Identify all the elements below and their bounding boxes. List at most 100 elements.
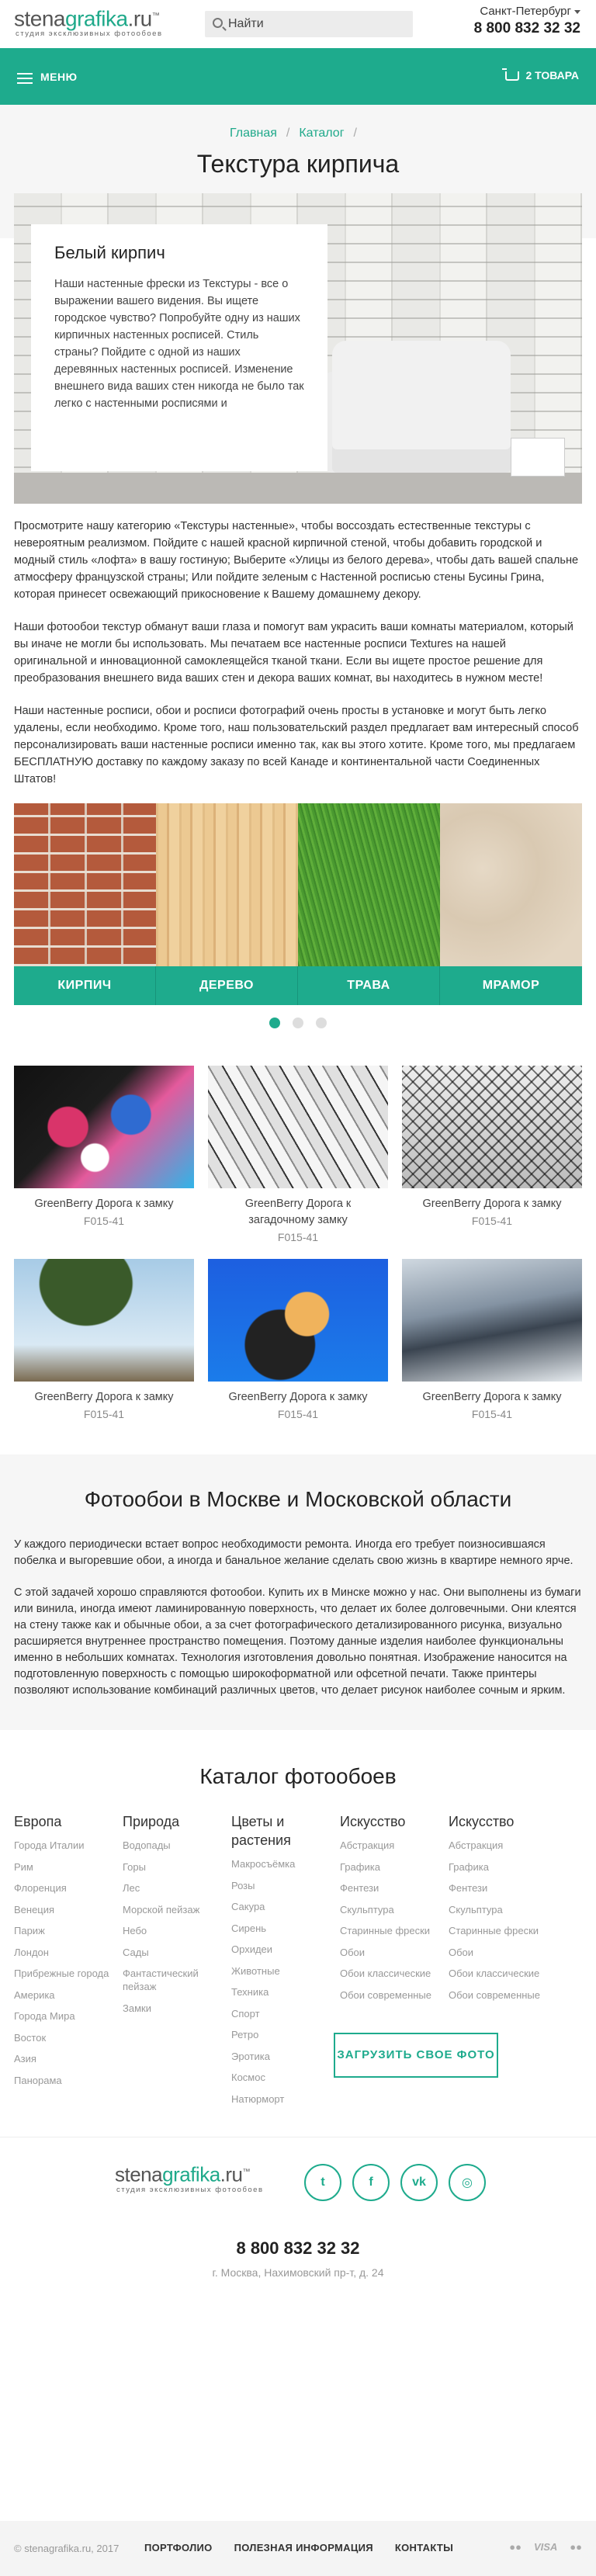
carousel-dot[interactable]	[293, 1018, 303, 1028]
catalog-link[interactable]: Спорт	[231, 2007, 332, 2020]
catalog-link[interactable]: Розы	[231, 1879, 332, 1892]
hamburger-icon[interactable]	[17, 73, 33, 84]
product-card[interactable]: GreenBerry Дорога к замку F015-41	[402, 1066, 582, 1243]
catalog-link[interactable]: Америка	[14, 1988, 115, 2002]
catalog-heading[interactable]: Европа	[14, 1812, 115, 1831]
catalog-link[interactable]: Скульптура	[449, 1903, 549, 1916]
catalog-link[interactable]: Лондон	[14, 1946, 115, 1959]
catalog-heading[interactable]: Искусство	[449, 1812, 549, 1831]
catalog-link[interactable]: Города Мира	[14, 2009, 115, 2023]
texture-card-brick[interactable]: КИРПИЧ	[14, 803, 156, 1005]
product-image[interactable]	[208, 1066, 388, 1188]
catalog-link[interactable]: Обои современные	[449, 1988, 549, 2002]
product-name[interactable]: GreenBerry Дорога к загадочному замку	[208, 1196, 388, 1229]
footer-link-portfolio[interactable]: ПОРТФОЛИО	[144, 2542, 213, 2553]
catalog-link[interactable]: Абстракция	[449, 1839, 549, 1852]
product-image[interactable]	[208, 1259, 388, 1382]
catalog-link[interactable]: Фантастический пейзаж	[123, 1967, 224, 1993]
texture-card-grass[interactable]: ТРАВА	[298, 803, 440, 1005]
catalog-link[interactable]: Венеция	[14, 1903, 115, 1916]
catalog-link[interactable]: Панорама	[14, 2074, 115, 2087]
catalog-link[interactable]: Сады	[123, 1946, 224, 1959]
product-image[interactable]	[402, 1259, 582, 1382]
search-icon[interactable]	[213, 18, 223, 28]
instagram-icon[interactable]: ◎	[449, 2164, 486, 2201]
catalog-link[interactable]: Азия	[14, 2052, 115, 2065]
catalog-link[interactable]: Ретро	[231, 2028, 332, 2041]
catalog-link[interactable]: Макросъёмка	[231, 1857, 332, 1870]
city-selector[interactable]: Санкт-Петербург	[474, 5, 580, 18]
catalog-link[interactable]: Сирень	[231, 1922, 332, 1935]
header-phone[interactable]: 8 800 832 32 32	[474, 20, 580, 37]
catalog-link[interactable]: Графика	[340, 1860, 441, 1874]
facebook-icon[interactable]: f	[352, 2164, 390, 2201]
catalog-link[interactable]: Небо	[123, 1924, 224, 1937]
catalog-link[interactable]: Восток	[14, 2031, 115, 2044]
footer-link-contacts[interactable]: КОНТАКТЫ	[395, 2542, 453, 2553]
catalog-link[interactable]: Города Италии	[14, 1839, 115, 1852]
catalog-heading[interactable]: Природа	[123, 1812, 224, 1831]
carousel-dot[interactable]	[269, 1018, 280, 1028]
menu-button[interactable]: МЕНЮ	[40, 71, 78, 83]
catalog-link[interactable]: Париж	[14, 1924, 115, 1937]
carousel-dot[interactable]	[316, 1018, 327, 1028]
catalog-link[interactable]: Старинные фрески	[449, 1924, 549, 1937]
product-name[interactable]: GreenBerry Дорога к замку	[402, 1196, 582, 1212]
catalog-link[interactable]: Лес	[123, 1881, 224, 1895]
texture-card-marble[interactable]: МРАМОР	[440, 803, 582, 1005]
product-image[interactable]	[14, 1066, 194, 1188]
search-box[interactable]	[205, 11, 413, 37]
product-name[interactable]: GreenBerry Дорога к замку	[14, 1389, 194, 1406]
texture-card-wood[interactable]: ДЕРЕВО	[156, 803, 298, 1005]
footer-logo[interactable]: stenagrafika.ru™ студия эксклюзивных фот…	[115, 2161, 264, 2194]
catalog-link[interactable]: Натюрморт	[231, 2092, 332, 2106]
catalog-link[interactable]: Сакура	[231, 1900, 332, 1913]
catalog-link[interactable]: Фентези	[340, 1881, 441, 1895]
cart-button[interactable]: 2 ТОВАРА	[502, 68, 579, 81]
catalog-heading[interactable]: Искусство	[340, 1812, 441, 1831]
catalog-link[interactable]: Замки	[123, 2002, 224, 2015]
catalog-link[interactable]: Обои классические	[449, 1967, 549, 1980]
catalog-link[interactable]: Морской пейзаж	[123, 1903, 224, 1916]
product-image[interactable]	[14, 1259, 194, 1382]
product-card[interactable]: GreenBerry Дорога к загадочному замку F01…	[208, 1066, 388, 1243]
catalog-link[interactable]: Скульптура	[340, 1903, 441, 1916]
catalog-link[interactable]: Старинные фрески	[340, 1924, 441, 1937]
vk-icon[interactable]: vk	[400, 2164, 438, 2201]
catalog-link[interactable]: Обои	[340, 1946, 441, 1959]
footer-links: ПОРТФОЛИО ПОЛЕЗНАЯ ИНФОРМАЦИЯ КОНТАКТЫ	[144, 2542, 475, 2553]
catalog-link[interactable]: Горы	[123, 1860, 224, 1874]
catalog-link[interactable]: Абстракция	[340, 1839, 441, 1852]
catalog-link[interactable]: Рим	[14, 1860, 115, 1874]
catalog-link[interactable]: Обои современные	[340, 1988, 441, 2002]
catalog-link[interactable]: Обои классические	[340, 1967, 441, 1980]
catalog-link[interactable]: Животные	[231, 1964, 332, 1978]
product-name[interactable]: GreenBerry Дорога к замку	[208, 1389, 388, 1406]
product-name[interactable]: GreenBerry Дорога к замку	[402, 1389, 582, 1406]
site-logo[interactable]: stenagrafika.ru™ студия эксклюзивных фот…	[14, 5, 163, 39]
logo-main: stena	[115, 2162, 163, 2186]
footer-link-info[interactable]: ПОЛЕЗНАЯ ИНФОРМАЦИЯ	[234, 2542, 373, 2553]
catalog-link[interactable]: Графика	[449, 1860, 549, 1874]
product-card[interactable]: GreenBerry Дорога к замку F015-41	[14, 1259, 194, 1420]
breadcrumb-catalog[interactable]: Каталог	[299, 127, 344, 140]
search-input[interactable]	[228, 11, 407, 37]
catalog-link[interactable]: Обои	[449, 1946, 549, 1959]
product-card[interactable]: GreenBerry Дорога к замку F015-41	[14, 1066, 194, 1243]
catalog-link[interactable]: Фентези	[449, 1881, 549, 1895]
catalog-link[interactable]: Прибрежные города	[14, 1967, 115, 1980]
catalog-link[interactable]: Техника	[231, 1985, 332, 1999]
product-name[interactable]: GreenBerry Дорога к замку	[14, 1196, 194, 1212]
breadcrumb-home[interactable]: Главная	[230, 127, 277, 140]
catalog-heading[interactable]: Цветы и растения	[231, 1812, 332, 1850]
catalog-link[interactable]: Орхидеи	[231, 1943, 332, 1956]
product-image[interactable]	[402, 1066, 582, 1188]
product-card[interactable]: GreenBerry Дорога к замку F015-41	[208, 1259, 388, 1420]
footer-phone[interactable]: 8 800 832 32 32	[0, 2238, 596, 2259]
twitter-icon[interactable]: t	[304, 2164, 341, 2201]
catalog-link[interactable]: Флоренция	[14, 1881, 115, 1895]
product-card[interactable]: GreenBerry Дорога к замку F015-41	[402, 1259, 582, 1420]
catalog-link[interactable]: Эротика	[231, 2050, 332, 2063]
catalog-link[interactable]: Водопады	[123, 1839, 224, 1852]
catalog-link[interactable]: Космос	[231, 2071, 332, 2084]
